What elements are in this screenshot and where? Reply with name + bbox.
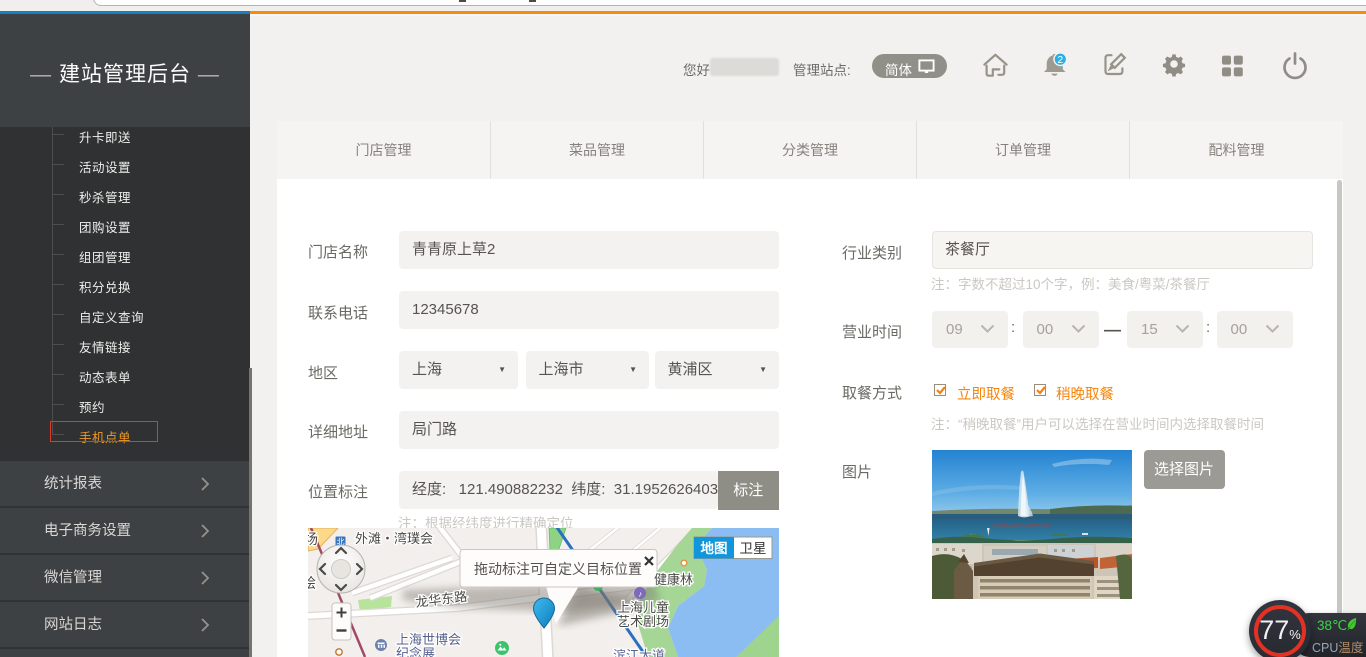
svg-text:地图: 地图 — [701, 540, 728, 556]
svg-text:健康林: 健康林 — [654, 572, 693, 587]
svg-text:上海世博会: 上海世博会 — [396, 632, 461, 647]
svg-text:滨江大道: 滨江大道 — [613, 648, 665, 657]
svg-text:外滩・湾璞会: 外滩・湾璞会 — [355, 531, 433, 546]
svg-text:♪: ♪ — [638, 590, 642, 599]
svg-text:艺术剧场: 艺术剧场 — [617, 614, 669, 629]
svg-text:纪念展: 纪念展 — [396, 646, 435, 657]
svg-text:2: 2 — [1057, 54, 1063, 66]
svg-text:拖动标注可自定义目标位置: 拖动标注可自定义目标位置 — [474, 561, 642, 577]
svg-text:卫星: 卫星 — [740, 541, 767, 556]
svg-text:场: 场 — [308, 531, 318, 547]
svg-text:上海儿童: 上海儿童 — [617, 600, 669, 615]
svg-text:绘: 绘 — [308, 575, 316, 591]
svg-text:www.500px.com www.500px.com: www.500px.com www.500px.com — [992, 523, 1052, 528]
